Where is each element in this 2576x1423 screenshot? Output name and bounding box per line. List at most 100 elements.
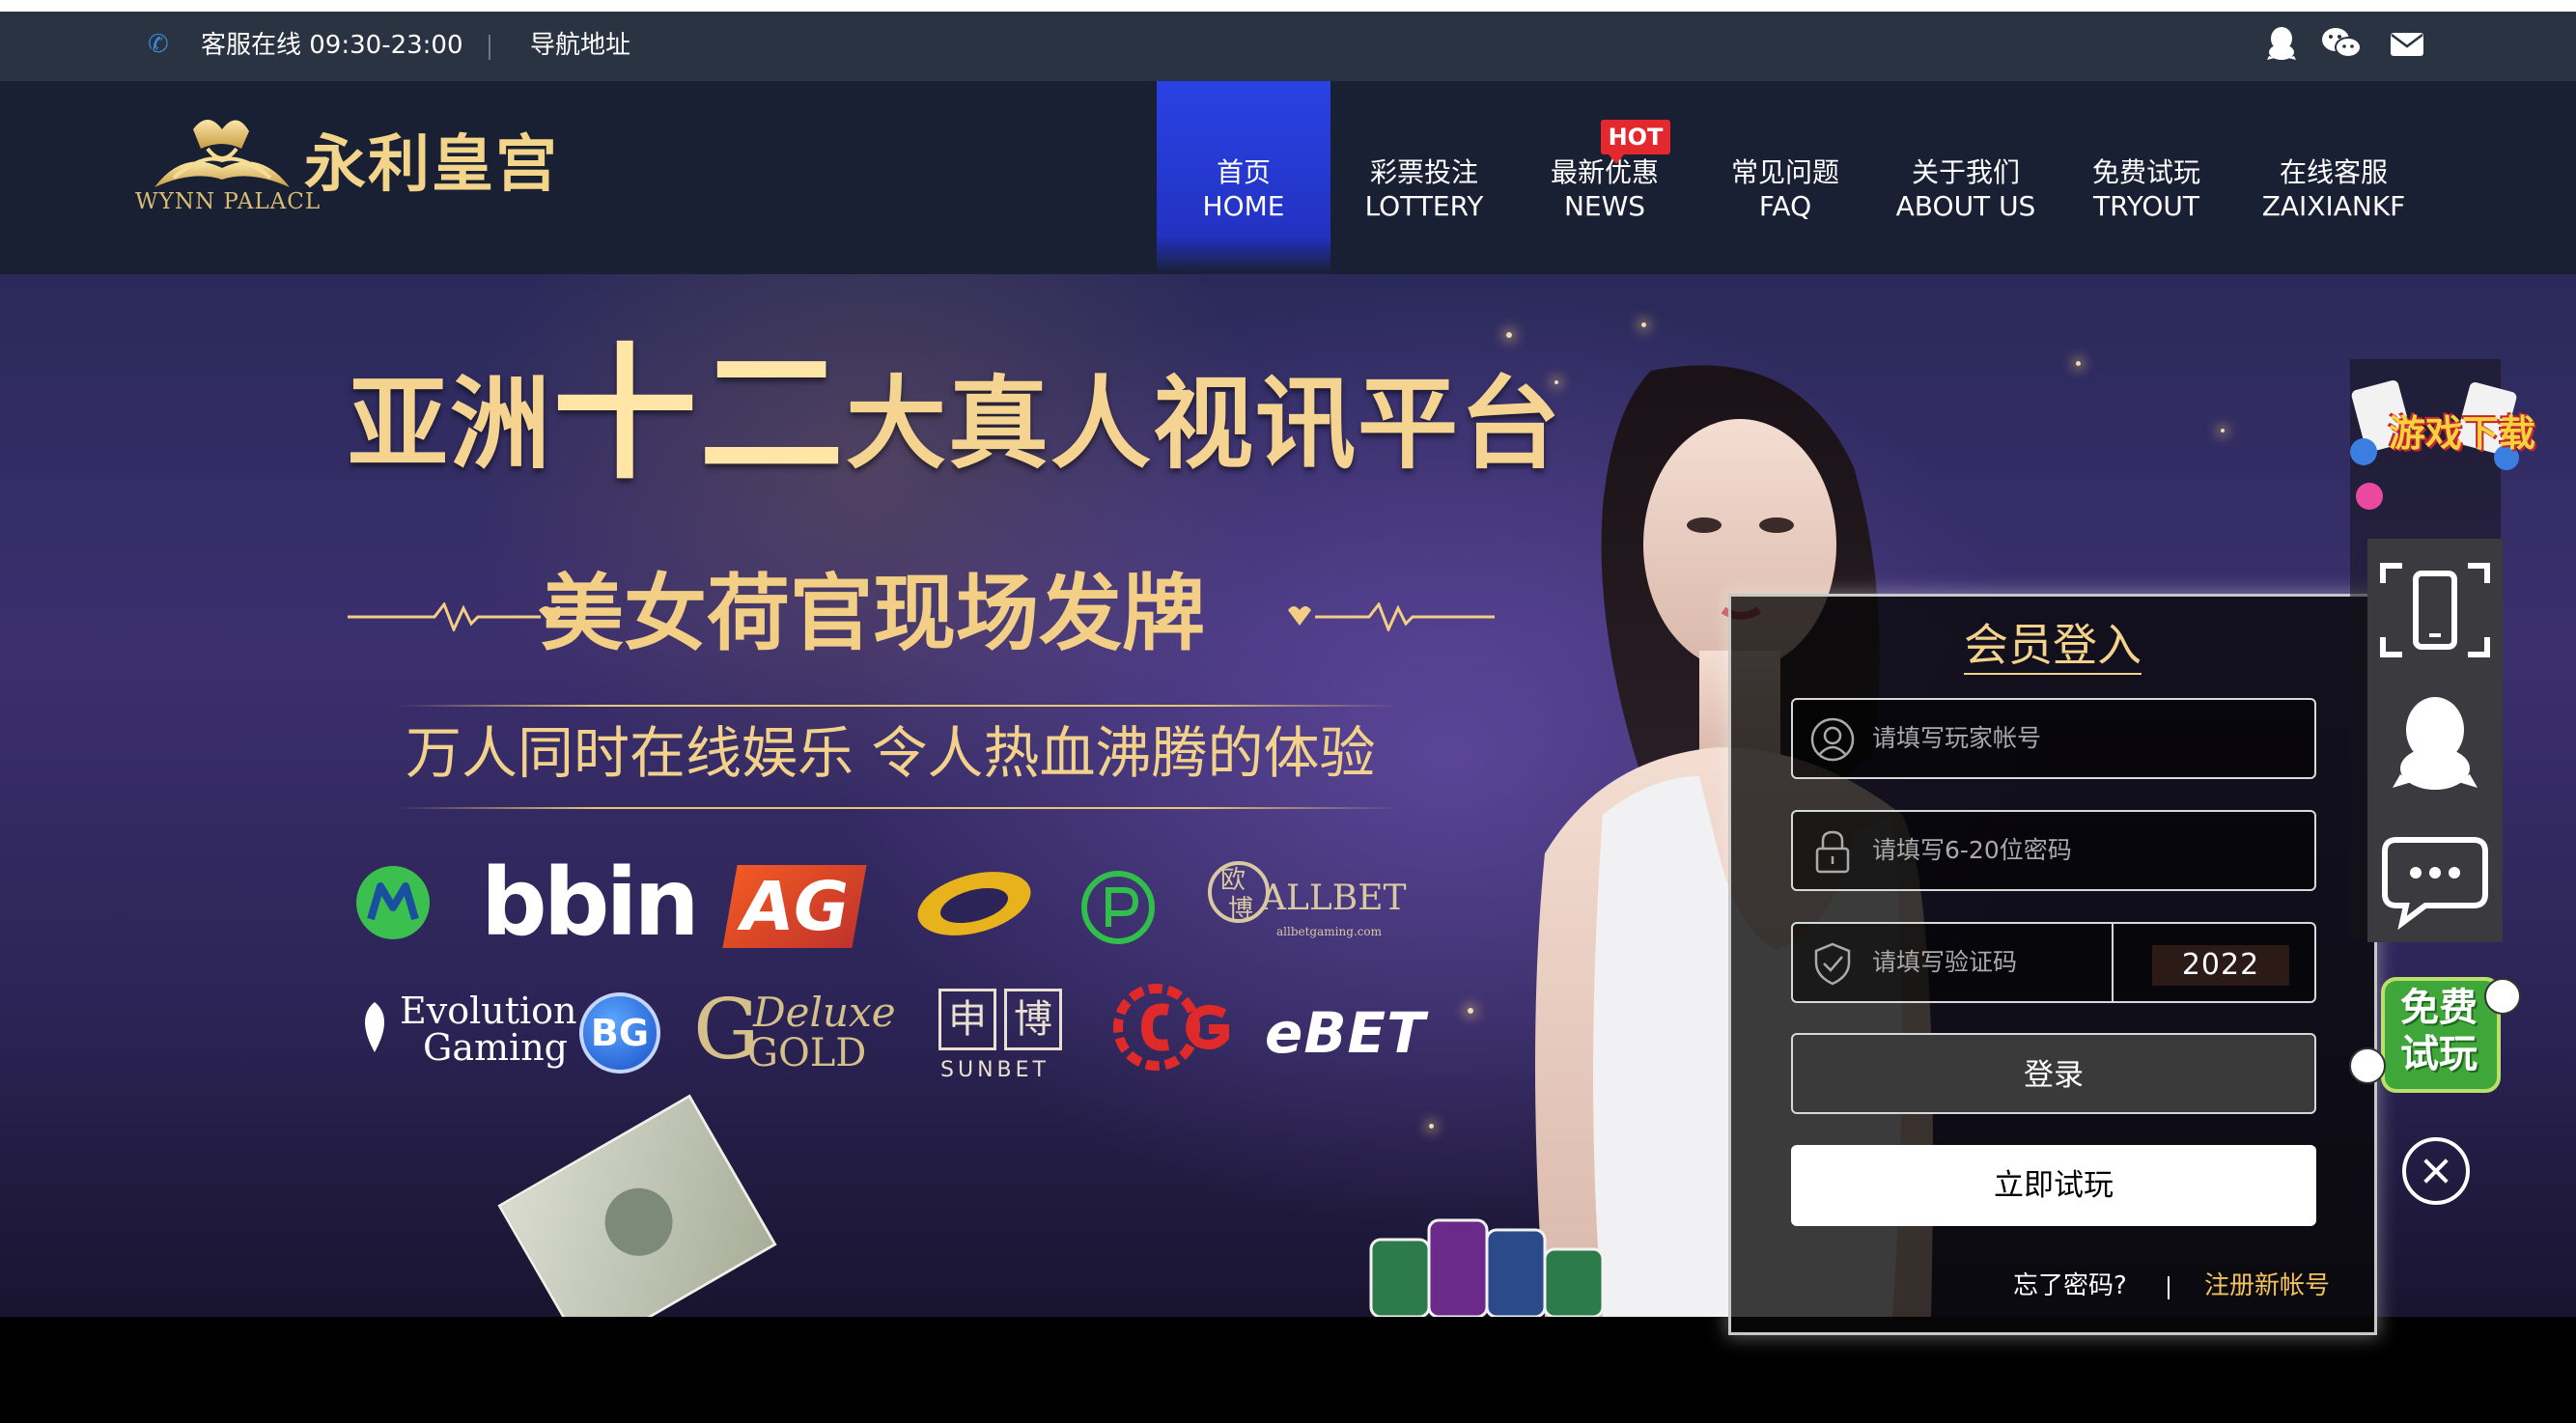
free-trial-text-1: 免费 (2400, 986, 2478, 1030)
pt-logo-icon (1081, 871, 1155, 944)
banner-tagline: 万人同时在线娱乐 令人热血沸腾的体验 (406, 720, 1376, 786)
allbet-logo: 欧 博 ALLBET allbetgaming.com (1205, 844, 1427, 950)
brand-name-en: WYNN PALACL (135, 189, 322, 214)
phone-icon: ✆ (148, 30, 169, 59)
microgaming-logo-icon (356, 866, 430, 939)
sidebar-tools (2367, 539, 2503, 942)
ebet-logo: eBET (1265, 1000, 1426, 1066)
forgot-password-link[interactable]: 忘了密码? (2013, 1267, 2127, 1305)
nav-item-tryout[interactable]: 免费试玩 TRYOUT (2059, 81, 2233, 274)
nav-label-cn: 免费试玩 (2091, 156, 2200, 188)
svg-text:欧: 欧 (1220, 866, 1246, 895)
sunbet-char-1: 申 (938, 989, 996, 1050)
light-dot (1506, 332, 1512, 338)
nav-label-cn: 在线客服 (2279, 156, 2388, 188)
password-placeholder: 请填写6-20位密码 (1872, 836, 2072, 864)
light-dot (2221, 429, 2225, 432)
headline-big: 十二 (552, 329, 847, 499)
sunbet-logo: 申 博 SUNBET (938, 989, 1070, 1085)
nav-item-home[interactable]: 首页 HOME (1157, 81, 1330, 274)
evolution-text: Evolution (400, 990, 577, 1032)
nav-label-en: NEWS (1563, 190, 1646, 222)
bill-portrait (592, 1175, 686, 1269)
headline-post: 大真人视讯平台 (846, 364, 1563, 483)
evolution-logo: Evolution Gaming (353, 989, 577, 1068)
login-title: 会员登入 (1731, 616, 2374, 675)
svg-text:博: 博 (1228, 895, 1253, 924)
nav-label-en: ABOUT US (1895, 190, 2036, 222)
lock-icon (1815, 830, 1850, 874)
brand-logo[interactable]: 永利皇宫 WYNN PALACL (135, 110, 570, 222)
gold-text: GOLD (747, 1031, 867, 1075)
dollar-bill-image (497, 1094, 777, 1317)
nav-label-cn: 最新优惠 (1550, 156, 1659, 188)
wechat-icon[interactable] (2321, 25, 2362, 62)
qq-contact-button[interactable] (2367, 678, 2503, 809)
allbet-url: allbetgaming.com (1276, 925, 1383, 938)
service-hours: 客服在线 09:30-23:00 (201, 31, 463, 60)
nav-label-en: HOME (1202, 190, 1285, 222)
login-button[interactable]: 登录 (1791, 1033, 2316, 1114)
nav-item-news[interactable]: 最新优惠 NEWS (1518, 81, 1692, 274)
nav-label-cn: 关于我们 (1911, 156, 2020, 188)
tagline-rule-bottom (396, 807, 1400, 809)
nav-label-en: ZAIXIANKF (2261, 190, 2406, 222)
brand-name-cn: 永利皇宫 (304, 128, 559, 201)
nav-item-faq[interactable]: 常见问题 FAQ (1698, 81, 1872, 274)
pulse-line-left-icon (348, 602, 560, 631)
username-field[interactable]: 请填写玩家帐号 (1791, 698, 2316, 779)
light-dot (1468, 1008, 1473, 1014)
tagline-rule-top (396, 705, 1400, 707)
top-info-bar: ✆ 客服在线 09:30-23:00 导航地址 (0, 12, 2576, 81)
nav-item-lottery[interactable]: 彩票投注 LOTTERY (1337, 81, 1511, 274)
cg-logo-icon (1113, 984, 1229, 1071)
free-trial-badge[interactable]: 免费 试玩 (2346, 971, 2530, 1097)
deluxe-gold-logo: G Deluxe GOLD (693, 983, 896, 1079)
bg-logo: BG (579, 992, 660, 1074)
evolution-emblem-icon (365, 1002, 384, 1052)
qq-icon (2393, 697, 2478, 790)
nav-label-en: TRYOUT (2093, 190, 2199, 222)
captcha-field[interactable]: 请填写验证码 2022 (1791, 922, 2316, 1003)
nav-address-link[interactable]: 导航地址 (530, 25, 630, 66)
captcha-image[interactable]: 2022 (2152, 945, 2289, 986)
topbar-divider (489, 35, 490, 60)
qq-icon[interactable] (2265, 25, 2298, 62)
chat-icon (2382, 837, 2488, 931)
user-icon (1810, 717, 1855, 762)
nav-item-about[interactable]: 关于我们 ABOUT US (1879, 81, 2053, 274)
sa-gaming-logo-icon (917, 872, 1031, 935)
username-placeholder: 请填写玩家帐号 (1872, 724, 2042, 752)
sunbet-text: SUNBET (940, 1058, 1050, 1082)
gaming-text: Gaming (423, 1026, 568, 1069)
try-now-button[interactable]: 立即试玩 (1791, 1145, 2316, 1226)
deluxe-text: Deluxe (753, 989, 896, 1036)
chat-button[interactable] (2367, 811, 2503, 942)
nav-item-customer-service[interactable]: 在线客服 ZAIXIANKF (2240, 81, 2427, 274)
game-download-text: 游戏下载 (2389, 412, 2536, 455)
nav-label-cn: 首页 (1216, 156, 1271, 188)
captcha-placeholder: 请填写验证码 (1872, 948, 2018, 976)
pulse-line-right-icon (1288, 602, 1495, 631)
password-field[interactable]: 请填写6-20位密码 (1791, 810, 2316, 891)
nav-label-en: LOTTERY (1364, 190, 1484, 222)
sunbet-char-2: 博 (1004, 989, 1062, 1050)
banner-headline: 亚洲十二大真人视讯平台 (348, 342, 1563, 487)
game-download-badge[interactable]: 游戏下载 (2340, 369, 2535, 523)
free-trial-text-2: 试玩 (2400, 1032, 2478, 1076)
login-title-text: 会员登入 (1964, 619, 2142, 675)
close-sidebar-icon[interactable] (2402, 1137, 2470, 1205)
bbin-logo: bbin (481, 849, 700, 957)
mobile-scan-icon (2380, 563, 2490, 657)
light-dot (2076, 361, 2081, 366)
member-login-panel: 会员登入 请填写玩家帐号 请填写6-20位密码 请填写验证码 2022 登录 立… (1728, 594, 2377, 1335)
nav-label-cn: 常见问题 (1730, 156, 1839, 188)
link-divider (2168, 1276, 2170, 1299)
mobile-scan-button[interactable] (2367, 544, 2503, 676)
nav-label-cn: 彩票投注 (1369, 156, 1478, 188)
register-link[interactable]: 注册新帐号 (2204, 1267, 2330, 1305)
mail-icon[interactable] (2389, 25, 2425, 62)
casino-chips-image (1369, 1218, 1605, 1317)
allbet-text: ALLBET (1261, 879, 1407, 918)
captcha-separator (2112, 924, 2114, 1001)
